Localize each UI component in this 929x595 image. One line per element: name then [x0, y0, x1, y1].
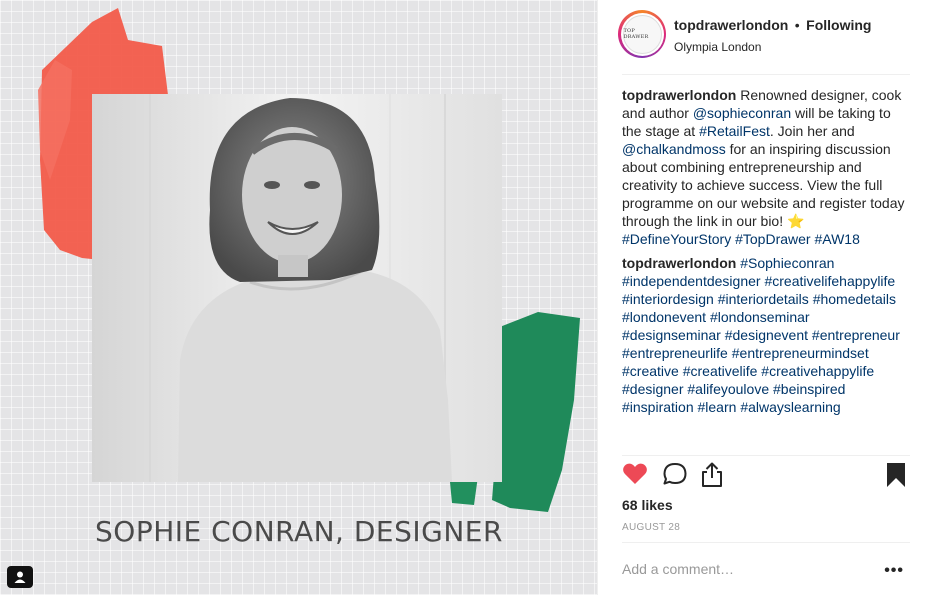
hashtag-link[interactable]: #alifeyoulove: [687, 381, 769, 397]
hashtag-comment: topdrawerlondon #Sophieconran #independe…: [622, 254, 912, 416]
hashtag-link[interactable]: #inspiration: [622, 399, 694, 415]
comment-button[interactable]: [662, 462, 688, 491]
tag-people-button[interactable]: [7, 566, 33, 588]
hashtag-link[interactable]: #creative: [622, 363, 679, 379]
speech-bubble-icon: [663, 463, 687, 485]
caption-username-link[interactable]: topdrawerlondon: [622, 87, 736, 103]
comment-box: •••: [622, 558, 910, 582]
bookmark-icon: [887, 463, 905, 487]
likes-count[interactable]: 68 likes: [622, 497, 673, 513]
hashtag-link[interactable]: #Sophieconran: [740, 255, 834, 271]
hashtag-link[interactable]: #entrepreneurmindset: [732, 345, 869, 361]
comment-box-divider: [622, 542, 910, 543]
post-header: TOP DRAWER topdrawerlondon • Following O…: [598, 0, 929, 74]
hashtag-link[interactable]: #homedetails: [813, 291, 896, 307]
comment-username-link[interactable]: topdrawerlondon: [622, 255, 736, 271]
person-tag-icon: [14, 571, 26, 583]
avatar[interactable]: TOP DRAWER: [618, 10, 666, 58]
post-artwork: [38, 8, 580, 512]
following-button[interactable]: Following: [806, 17, 871, 33]
post-date[interactable]: AUGUST 28: [622, 522, 680, 533]
comments-section: topdrawerlondon Renowned designer, cook …: [622, 86, 912, 452]
hashtag-link[interactable]: #beinspired: [773, 381, 845, 397]
post-image[interactable]: SOPHIE CONRAN, DESIGNER: [0, 0, 597, 595]
hashtag-link[interactable]: #independentdesigner: [622, 273, 761, 289]
hashtag-link[interactable]: #designseminar: [622, 327, 721, 343]
share-icon: [702, 462, 722, 487]
header-separator: •: [794, 17, 800, 33]
post-details-panel: TOP DRAWER topdrawerlondon • Following O…: [597, 0, 929, 595]
image-caption-overlay: SOPHIE CONRAN, DESIGNER: [95, 515, 503, 548]
hashtag-link[interactable]: #creativehappylife: [761, 363, 874, 379]
hashtag-link[interactable]: #TopDrawer: [735, 231, 810, 247]
hashtag-link[interactable]: #creativelifehappylife: [764, 273, 895, 289]
hashtag-link[interactable]: #interiordetails: [718, 291, 809, 307]
hashtag-link[interactable]: #alwayslearning: [740, 399, 840, 415]
hashtag-link[interactable]: #creativelife: [683, 363, 758, 379]
hashtag-link[interactable]: #londonevent: [622, 309, 706, 325]
more-options-button[interactable]: •••: [884, 562, 904, 580]
location-link[interactable]: Olympia London: [674, 40, 871, 54]
hashtag-link[interactable]: #AW18: [814, 231, 859, 247]
like-button[interactable]: [622, 462, 648, 491]
hashtag-link[interactable]: #learn: [698, 399, 737, 415]
hashtag-link[interactable]: #RetailFest: [699, 123, 770, 139]
heart-icon: [623, 463, 647, 484]
action-bar: [622, 460, 912, 492]
comments-divider: [622, 455, 910, 456]
mention-link[interactable]: @sophieconran: [693, 105, 791, 121]
share-button[interactable]: [700, 462, 724, 493]
hashtag-link[interactable]: #entrepreneur: [812, 327, 900, 343]
mention-link[interactable]: @chalkandmoss: [622, 141, 726, 157]
caption-text: . Join her and: [769, 123, 855, 139]
hashtag-link[interactable]: #interiordesign: [622, 291, 714, 307]
avatar-logo: TOP DRAWER: [622, 14, 662, 54]
star-emoji: ⭐: [787, 213, 805, 229]
header-divider: [622, 74, 910, 75]
hashtag-link[interactable]: #designevent: [725, 327, 808, 343]
comment-input[interactable]: [622, 558, 872, 580]
hashtag-link[interactable]: #DefineYourStory: [622, 231, 731, 247]
save-button[interactable]: [886, 462, 906, 493]
hashtag-link[interactable]: #londonseminar: [710, 309, 810, 325]
portrait-photo: [92, 94, 502, 482]
hashtag-link[interactable]: #designer: [622, 381, 684, 397]
header-username-link[interactable]: topdrawerlondon: [674, 17, 788, 33]
hashtag-link[interactable]: #entrepreneurlife: [622, 345, 728, 361]
post-caption: topdrawerlondon Renowned designer, cook …: [622, 86, 912, 248]
